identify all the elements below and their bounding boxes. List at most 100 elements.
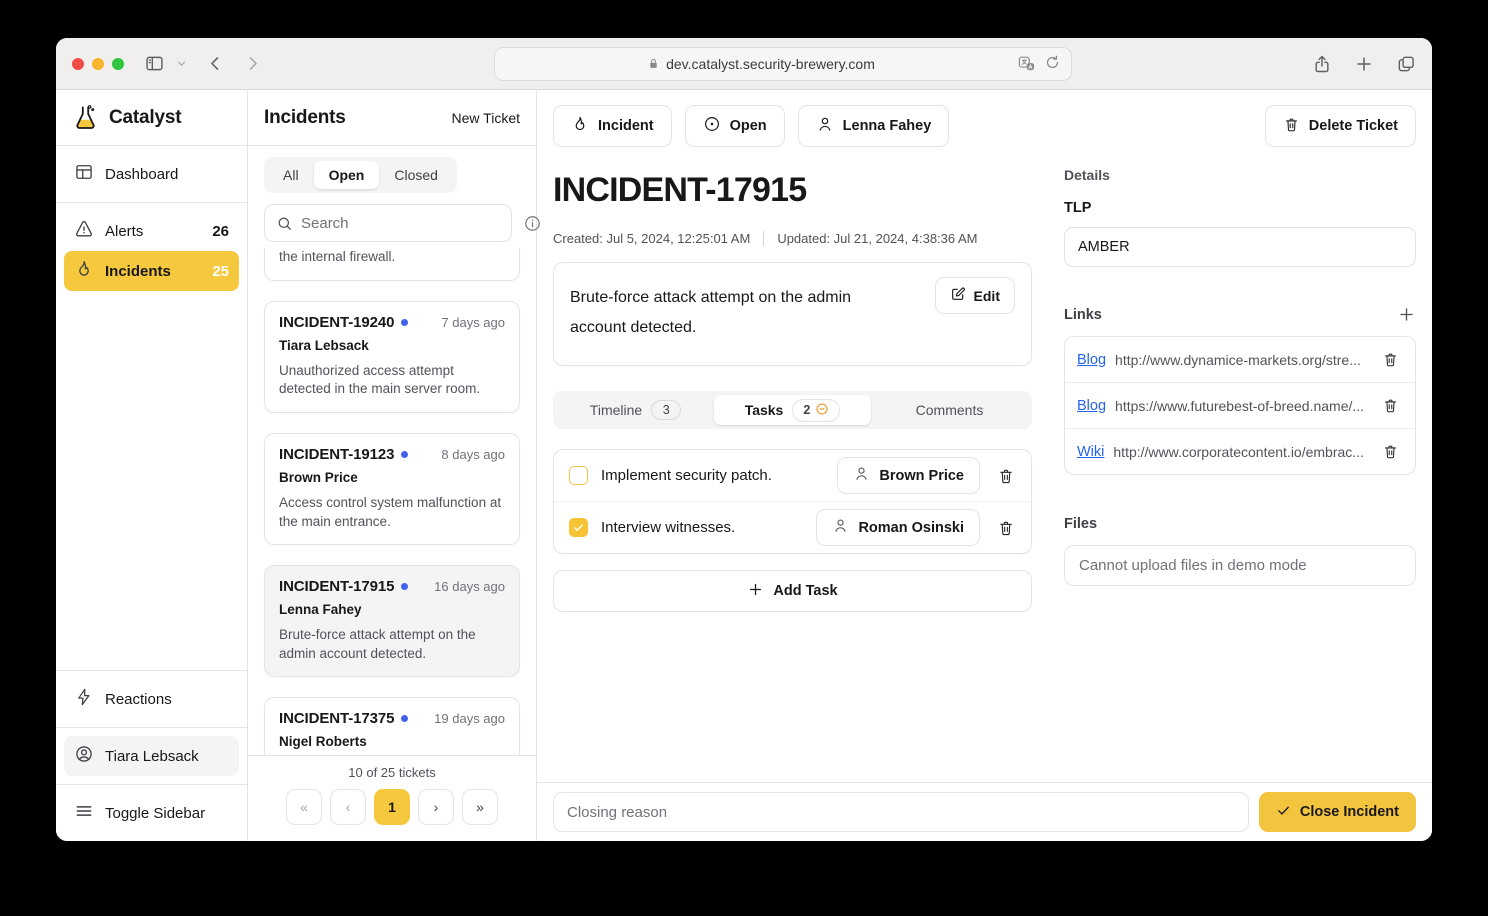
toggle-sidebar-button[interactable]: Toggle Sidebar (64, 793, 239, 833)
check-icon (1276, 803, 1291, 822)
reload-icon[interactable] (1044, 54, 1061, 73)
ticket-card[interactable]: INCIDENT-17375 19 days ago Nigel Roberts… (264, 697, 520, 755)
closing-reason-input[interactable] (553, 792, 1249, 832)
prev-page-button[interactable]: ‹ (330, 789, 366, 825)
ticket-id: INCIDENT-19123 (279, 446, 394, 463)
ticket-card-selected[interactable]: INCIDENT-17915 16 days ago Lenna Fahey B… (264, 565, 520, 677)
sidebar-item-dashboard[interactable]: Dashboard (64, 154, 239, 194)
links-heading: Links (1064, 307, 1102, 323)
close-window-button[interactable] (72, 58, 84, 70)
dashboard-icon (74, 162, 94, 186)
ticket-card-partial[interactable]: the internal firewall. (264, 248, 520, 281)
filter-open[interactable]: Open (314, 161, 380, 189)
tab-tasks[interactable]: Tasks 2 (714, 395, 871, 425)
search-input[interactable] (301, 215, 500, 232)
ticket-card[interactable]: INCIDENT-19240 7 days ago Tiara Lebsack … (264, 301, 520, 413)
unread-dot (401, 583, 408, 590)
tab-comments[interactable]: Comments (871, 395, 1028, 425)
task-assignee-button[interactable]: Roman Osinski (816, 509, 980, 546)
first-page-button[interactable]: « (286, 789, 322, 825)
task-list: Implement security patch. Brown Price (553, 449, 1032, 554)
sidebar-item-label: Incidents (105, 263, 171, 280)
status-filter: All Open Closed (264, 157, 457, 193)
timeline-count-badge: 3 (651, 400, 681, 420)
close-incident-button[interactable]: Close Incident (1259, 792, 1416, 832)
ticket-owner: Brown Price (279, 470, 505, 485)
link-row: Blog http://www.dynamice-markets.org/str… (1065, 337, 1415, 382)
person-icon (816, 115, 834, 137)
tlp-select[interactable]: AMBER (1064, 227, 1416, 267)
task-checkbox-unchecked[interactable] (569, 466, 588, 485)
add-link-button[interactable] (1397, 305, 1416, 324)
ticket-status-button[interactable]: Open (685, 105, 785, 147)
person-icon (853, 465, 870, 486)
ticket-owner: Nigel Roberts (279, 734, 505, 749)
minimize-window-button[interactable] (92, 58, 104, 70)
search-box[interactable] (264, 204, 512, 242)
new-ticket-button[interactable]: New Ticket (452, 110, 520, 126)
browser-sidebar-icon[interactable] (144, 53, 165, 74)
page-title: INCIDENT-17915 (553, 171, 1032, 210)
sidebar-user-menu[interactable]: Tiara Lebsack (64, 736, 239, 776)
task-row: Interview witnesses. Roman Osinski (554, 501, 1031, 553)
link-url: http://www.corporatecontent.io/embrac... (1113, 444, 1369, 460)
created-timestamp: Created: Jul 5, 2024, 12:25:01 AM (553, 231, 750, 246)
sidebar-item-label: Dashboard (105, 166, 178, 183)
files-upload-disabled: Cannot upload files in demo mode (1064, 545, 1416, 586)
tasks-count: 2 (803, 403, 810, 417)
back-button[interactable] (206, 54, 225, 73)
ticket-owner-button[interactable]: Lenna Fahey (798, 105, 950, 147)
circle-minus-icon (815, 402, 829, 419)
ticket-id: INCIDENT-19240 (279, 314, 394, 331)
link-anchor[interactable]: Blog (1077, 352, 1106, 368)
ticket-card[interactable]: INCIDENT-19123 8 days ago Brown Price Ac… (264, 433, 520, 545)
ticket-id: INCIDENT-17915 (279, 578, 394, 595)
sidebar-item-incidents[interactable]: Incidents 25 (64, 251, 239, 291)
unread-dot (401, 319, 408, 326)
person-icon (832, 517, 849, 538)
ticket-age: 8 days ago (441, 447, 505, 462)
links-list: Blog http://www.dynamice-markets.org/str… (1064, 336, 1416, 475)
add-task-button[interactable]: Add Task (553, 570, 1032, 612)
edit-description-button[interactable]: Edit (935, 277, 1015, 314)
link-url: https://www.futurebest-of-breed.name/... (1115, 398, 1369, 414)
delete-task-button[interactable] (993, 463, 1019, 489)
ticket-owner: Lenna Fahey (279, 602, 505, 617)
warning-triangle-icon (74, 219, 94, 243)
next-page-button[interactable]: › (418, 789, 454, 825)
url-text: dev.catalyst.security-brewery.com (666, 56, 875, 72)
sidebar-item-label: Toggle Sidebar (105, 805, 205, 822)
sidebar-item-reactions[interactable]: Reactions (64, 679, 239, 719)
task-assignee-button[interactable]: Brown Price (837, 457, 980, 494)
delete-link-button[interactable] (1378, 347, 1403, 372)
delete-link-button[interactable] (1378, 439, 1403, 464)
detail-tabs: Timeline 3 Tasks 2 (553, 391, 1032, 429)
new-tab-icon[interactable] (1354, 54, 1374, 74)
tab-overview-icon[interactable] (1396, 54, 1416, 74)
filter-closed[interactable]: Closed (379, 161, 453, 189)
forward-button[interactable] (243, 54, 262, 73)
sidebar-chevron-down-icon[interactable] (175, 57, 188, 70)
delete-task-button[interactable] (993, 515, 1019, 541)
tab-timeline[interactable]: Timeline 3 (557, 395, 714, 425)
address-bar[interactable]: dev.catalyst.security-brewery.com (494, 47, 1072, 81)
assignee-name: Roman Osinski (858, 520, 964, 536)
ticket-age: 7 days ago (441, 315, 505, 330)
share-icon[interactable] (1312, 54, 1332, 74)
delete-ticket-button[interactable]: Delete Ticket (1265, 105, 1416, 147)
brand-name: Catalyst (109, 107, 181, 129)
incidents-count-badge: 25 (212, 263, 229, 280)
zoom-window-button[interactable] (112, 58, 124, 70)
brand: Catalyst (56, 90, 247, 146)
app-sidebar: Catalyst Dashboard Alerts 26 (56, 90, 248, 841)
filter-all[interactable]: All (268, 161, 314, 189)
page-1-button[interactable]: 1 (374, 789, 410, 825)
ticket-type-button[interactable]: Incident (553, 105, 672, 147)
task-checkbox-checked[interactable] (569, 518, 588, 537)
sidebar-item-alerts[interactable]: Alerts 26 (64, 211, 239, 251)
delete-link-button[interactable] (1378, 393, 1403, 418)
link-anchor[interactable]: Blog (1077, 398, 1106, 414)
link-anchor[interactable]: Wiki (1077, 444, 1104, 460)
last-page-button[interactable]: » (462, 789, 498, 825)
translate-icon[interactable] (1017, 54, 1036, 73)
